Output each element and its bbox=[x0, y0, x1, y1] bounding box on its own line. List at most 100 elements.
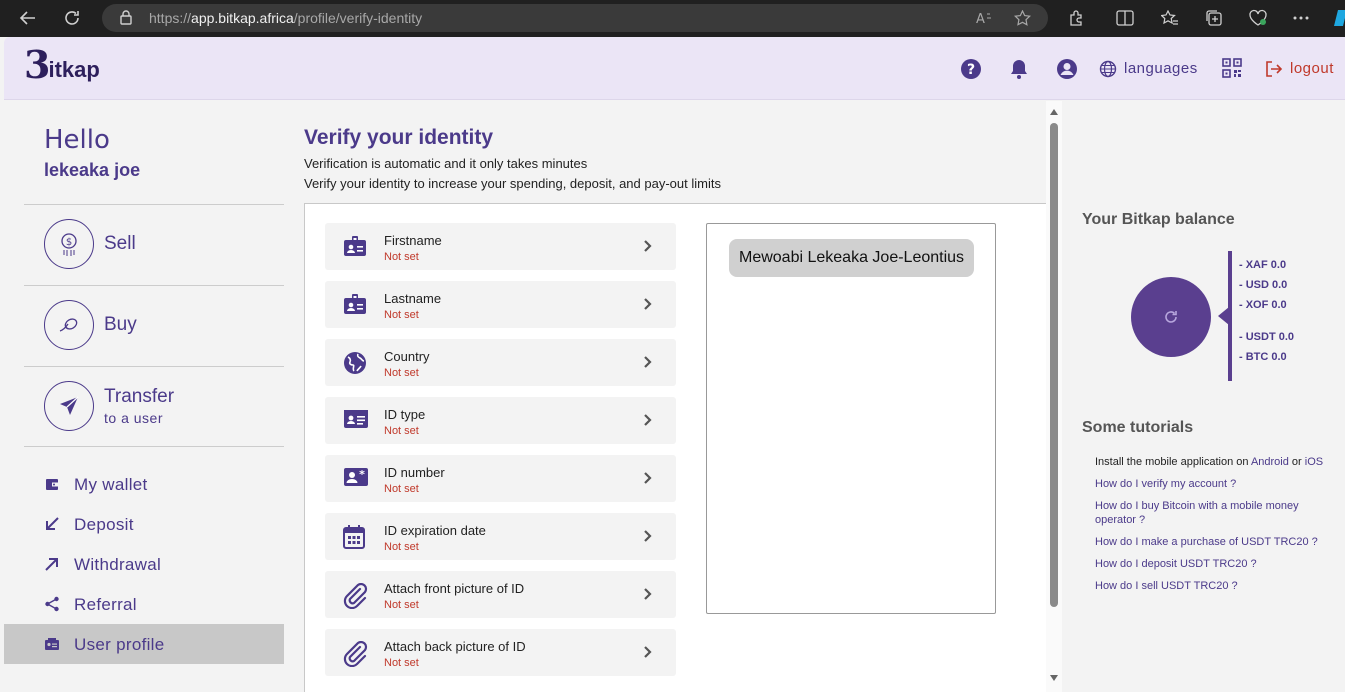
chevron-right-icon bbox=[643, 529, 653, 548]
refresh-balance-button[interactable] bbox=[1131, 277, 1211, 357]
field-id-type[interactable]: ID type Not set bbox=[325, 397, 676, 444]
id-badge-icon bbox=[343, 293, 369, 317]
tutorial-link[interactable]: How do I deposit USDT TRC20 ? bbox=[1095, 557, 1335, 571]
extensions-icon[interactable] bbox=[1062, 4, 1090, 32]
svg-text:$: $ bbox=[66, 237, 72, 248]
languages-button[interactable]: languages bbox=[1124, 60, 1198, 77]
arrow-down-left-icon bbox=[44, 516, 62, 534]
arrow-up-right-icon bbox=[44, 556, 62, 574]
profile-card-icon bbox=[44, 636, 62, 654]
balance-usd: - USD 0.0 bbox=[1239, 279, 1288, 291]
wallet-icon bbox=[44, 476, 62, 494]
nav-referral[interactable]: Referral bbox=[4, 584, 284, 624]
divider bbox=[24, 366, 284, 367]
id-badge-icon bbox=[343, 235, 369, 259]
bitkap-logo[interactable]: 3 itkap bbox=[24, 45, 100, 85]
back-icon[interactable] bbox=[14, 4, 42, 32]
buy-label: Buy bbox=[104, 314, 137, 335]
logout-icon[interactable] bbox=[1265, 60, 1287, 82]
field-status: Not set bbox=[384, 657, 419, 669]
field-firstname[interactable]: Firstname Not set bbox=[325, 223, 676, 270]
globe-icon bbox=[343, 351, 369, 375]
notifications-bell-icon[interactable] bbox=[1008, 58, 1030, 80]
tutorial-link[interactable]: How do I verify my account ? bbox=[1095, 477, 1335, 491]
favorite-star-icon[interactable] bbox=[1013, 9, 1032, 31]
divider bbox=[24, 446, 284, 447]
favorites-icon[interactable] bbox=[1156, 4, 1184, 32]
full-name-chip: Mewoabi Lekeaka Joe-Leontius bbox=[729, 239, 975, 277]
main-content: Verify your identity Verification is aut… bbox=[284, 101, 1046, 692]
main-scrollbar[interactable] bbox=[1046, 101, 1062, 692]
description-line-1: Verification is automatic and it only ta… bbox=[304, 156, 588, 171]
chevron-right-icon bbox=[643, 413, 653, 432]
balance-xof: - XOF 0.0 bbox=[1239, 299, 1287, 311]
svg-text:?: ? bbox=[967, 62, 975, 78]
sell-coin-icon: $ bbox=[44, 219, 94, 269]
sell-button[interactable]: $ Sell bbox=[44, 219, 136, 269]
tutorials-title: Some tutorials bbox=[1082, 419, 1194, 436]
balance-usdt: - USDT 0.0 bbox=[1239, 331, 1295, 343]
android-link[interactable]: Android bbox=[1251, 456, 1289, 468]
field-country[interactable]: Country Not set bbox=[325, 339, 676, 386]
field-label: Attach front picture of ID bbox=[384, 581, 525, 596]
address-bar[interactable]: https://app.bitkap.africa/profile/verify… bbox=[102, 4, 1048, 32]
refresh-icon[interactable] bbox=[58, 4, 86, 32]
sidebar: Hello lekeaka joe $ Sell Buy Transfer to… bbox=[4, 101, 284, 692]
split-screen-icon[interactable] bbox=[1111, 4, 1139, 32]
field-attach-front-id[interactable]: Attach front picture of ID Not set bbox=[325, 571, 676, 618]
paper-plane-icon bbox=[44, 381, 94, 431]
chevron-right-icon bbox=[643, 587, 653, 606]
sell-label: Sell bbox=[104, 233, 136, 254]
svg-text:A: A bbox=[976, 12, 985, 26]
nav-user-profile[interactable]: User profile bbox=[4, 624, 284, 664]
lock-icon bbox=[120, 10, 132, 30]
browser-essentials-icon[interactable] bbox=[1244, 4, 1272, 32]
chevron-right-icon bbox=[643, 239, 653, 258]
globe-icon[interactable] bbox=[1099, 60, 1117, 78]
read-aloud-icon[interactable]: A bbox=[976, 10, 994, 31]
field-id-number[interactable]: * ID number Not set bbox=[325, 455, 676, 502]
greeting: Hello bbox=[44, 125, 110, 155]
transfer-button[interactable]: Transfer to a user bbox=[44, 381, 174, 431]
refresh-icon bbox=[1165, 311, 1177, 323]
field-id-expiration-date[interactable]: ID expiration date Not set bbox=[325, 513, 676, 560]
field-status: Not set bbox=[384, 251, 419, 263]
nav-deposit[interactable]: Deposit bbox=[4, 504, 284, 544]
svg-text:*: * bbox=[359, 468, 365, 481]
collections-icon[interactable] bbox=[1200, 4, 1228, 32]
chevron-right-icon bbox=[643, 355, 653, 374]
paperclip-icon bbox=[343, 640, 369, 668]
username: lekeaka joe bbox=[44, 160, 141, 180]
field-status: Not set bbox=[384, 425, 419, 437]
nav-label: Deposit bbox=[74, 515, 134, 534]
nav-withdrawal[interactable]: Withdrawal bbox=[4, 544, 284, 584]
url-text: https://app.bitkap.africa/profile/verify… bbox=[149, 10, 423, 26]
scroll-down-icon[interactable] bbox=[1050, 675, 1058, 681]
tutorial-link[interactable]: How do I sell USDT TRC20 ? bbox=[1095, 579, 1335, 593]
nav-label: User profile bbox=[74, 635, 165, 654]
logout-button[interactable]: logout bbox=[1290, 60, 1334, 77]
copilot-icon[interactable] bbox=[1328, 4, 1345, 32]
field-label: ID number bbox=[384, 465, 445, 480]
nav-my-wallet[interactable]: My wallet bbox=[4, 464, 284, 504]
field-attach-back-id[interactable]: Attach back picture of ID Not set bbox=[325, 629, 676, 676]
more-icon[interactable] bbox=[1287, 4, 1315, 32]
id-number-icon: * bbox=[343, 467, 369, 491]
qr-code-icon[interactable] bbox=[1222, 58, 1244, 80]
id-card-icon bbox=[343, 409, 369, 433]
calendar-icon bbox=[343, 525, 369, 549]
account-icon[interactable] bbox=[1056, 58, 1078, 80]
field-label: Lastname bbox=[384, 291, 442, 306]
tutorial-link[interactable]: How do I make a purchase of USDT TRC20 ? bbox=[1095, 535, 1335, 549]
field-status: Not set bbox=[384, 483, 419, 495]
ios-link[interactable]: iOS bbox=[1305, 456, 1323, 468]
scrollbar-thumb[interactable] bbox=[1050, 123, 1058, 607]
buy-button[interactable]: Buy bbox=[44, 300, 137, 350]
field-lastname[interactable]: Lastname Not set bbox=[325, 281, 676, 328]
install-app-text: Install the mobile application on Androi… bbox=[1095, 456, 1324, 468]
tutorial-link[interactable]: How do I buy Bitcoin with a mobile money… bbox=[1095, 499, 1335, 527]
scroll-up-icon[interactable] bbox=[1050, 109, 1058, 115]
help-icon[interactable]: ? bbox=[960, 58, 982, 80]
balance-btc: - BTC 0.0 bbox=[1239, 351, 1287, 363]
verification-card: Firstname Not set Lastname Not set Count… bbox=[304, 203, 1046, 692]
